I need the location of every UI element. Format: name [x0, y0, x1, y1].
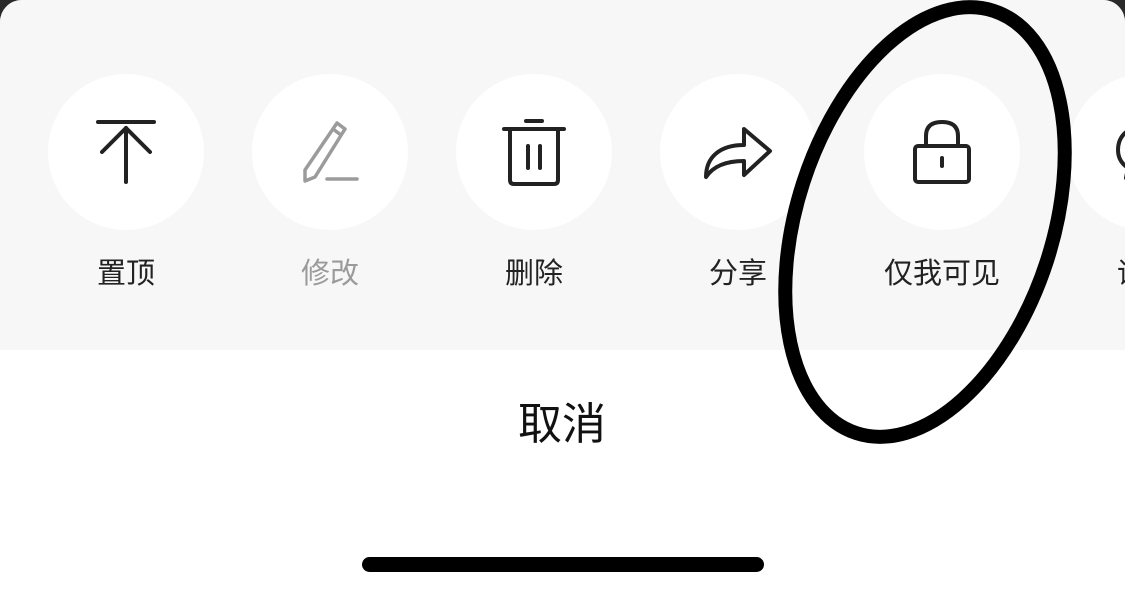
pin-label: 置顶 — [96, 256, 155, 290]
comment-action[interactable]: 评论 — [1068, 74, 1125, 304]
cancel-button[interactable]: 取消 — [412, 385, 712, 465]
delete-button[interactable] — [456, 74, 612, 230]
delete-label: 删除 — [504, 256, 563, 290]
edit-label: 修改 — [300, 256, 359, 290]
edit-button[interactable] — [252, 74, 408, 230]
comment-bubble-icon — [1116, 130, 1125, 180]
action-sheet: ………………………………………………………… 置顶 修 — [0, 0, 1125, 596]
delete-action[interactable]: 删除 — [456, 74, 612, 304]
private-label: 仅我可见 — [883, 256, 1000, 290]
pin-action[interactable]: 置顶 — [48, 74, 204, 304]
share-arrow-icon — [704, 127, 772, 179]
trash-icon — [502, 119, 566, 186]
home-indicator[interactable] — [362, 557, 764, 572]
share-action[interactable]: 分享 — [660, 74, 816, 304]
comment-button[interactable] — [1068, 74, 1125, 230]
share-button[interactable] — [660, 74, 816, 230]
lock-icon — [913, 119, 971, 184]
private-action[interactable]: 仅我可见 — [864, 74, 1020, 304]
actions-panel: 置顶 修改 删除 分享 仅我可见 — [0, 0, 1125, 350]
edit-action[interactable]: 修改 — [252, 74, 408, 304]
share-label: 分享 — [708, 256, 767, 290]
arrow-to-top-icon — [96, 120, 156, 184]
pencil-icon — [303, 121, 359, 183]
pin-button[interactable] — [48, 74, 204, 230]
private-button[interactable] — [864, 74, 1020, 230]
comment-label: 评论 — [1038, 250, 1125, 292]
